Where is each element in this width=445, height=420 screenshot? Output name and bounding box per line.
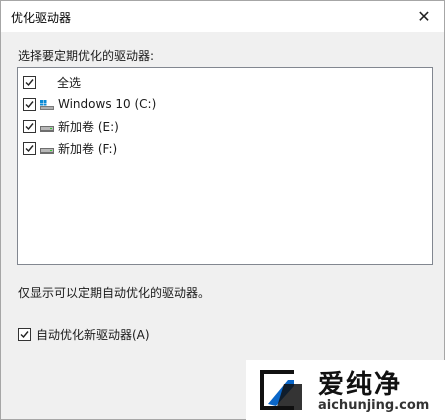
auto-optimize-option[interactable]: 自动优化新驱动器(A): [18, 326, 150, 343]
close-button[interactable]: ✕: [410, 3, 438, 29]
watermark-logo-icon: [260, 370, 302, 410]
drive-icon: [40, 143, 54, 154]
drive-e-label: 新加卷 (E:): [58, 119, 119, 134]
watermark-text: 爱纯净: [318, 370, 403, 400]
optimize-drives-dialog: 优化驱动器 ✕ 选择要定期优化的驱动器: 全选 Windows 10 (C:) …: [0, 0, 445, 420]
watermark: 爱纯净 aichunjing.com: [246, 360, 445, 420]
drive-f-label: 新加卷 (F:): [58, 141, 118, 156]
drive-row-f[interactable]: 新加卷 (F:): [23, 139, 117, 157]
auto-optimize-label: 自动优化新驱动器(A): [36, 328, 150, 342]
window-title: 优化驱动器: [11, 11, 72, 25]
windows-drive-icon: [40, 99, 54, 110]
select-all-row[interactable]: 全选: [23, 73, 81, 91]
drive-row-c[interactable]: Windows 10 (C:): [23, 95, 156, 113]
drive-row-e[interactable]: 新加卷 (E:): [23, 117, 119, 135]
checkmark-icon: [25, 144, 34, 152]
checkmark-icon: [25, 122, 34, 130]
checkmark-icon: [20, 331, 29, 339]
watermark-url: aichunjing.com: [318, 398, 430, 413]
title-bar: 优化驱动器 ✕: [1, 1, 444, 32]
drive-f-checkbox[interactable]: [23, 141, 36, 155]
drive-e-checkbox[interactable]: [23, 119, 36, 133]
checkmark-icon: [25, 100, 34, 108]
drive-list[interactable]: 全选 Windows 10 (C:) 新加卷 (E:) 新加卷 (F:): [17, 67, 433, 265]
section-label: 选择要定期优化的驱动器:: [18, 49, 155, 63]
drive-icon: [40, 121, 54, 132]
auto-optimize-checkbox[interactable]: [18, 328, 31, 341]
select-all-checkbox[interactable]: [23, 75, 36, 89]
info-note: 仅显示可以定期自动优化的驱动器。: [18, 286, 211, 300]
drive-c-label: Windows 10 (C:): [58, 97, 157, 111]
select-all-label: 全选: [57, 75, 82, 90]
drive-c-checkbox[interactable]: [23, 97, 36, 111]
checkmark-icon: [25, 78, 34, 86]
